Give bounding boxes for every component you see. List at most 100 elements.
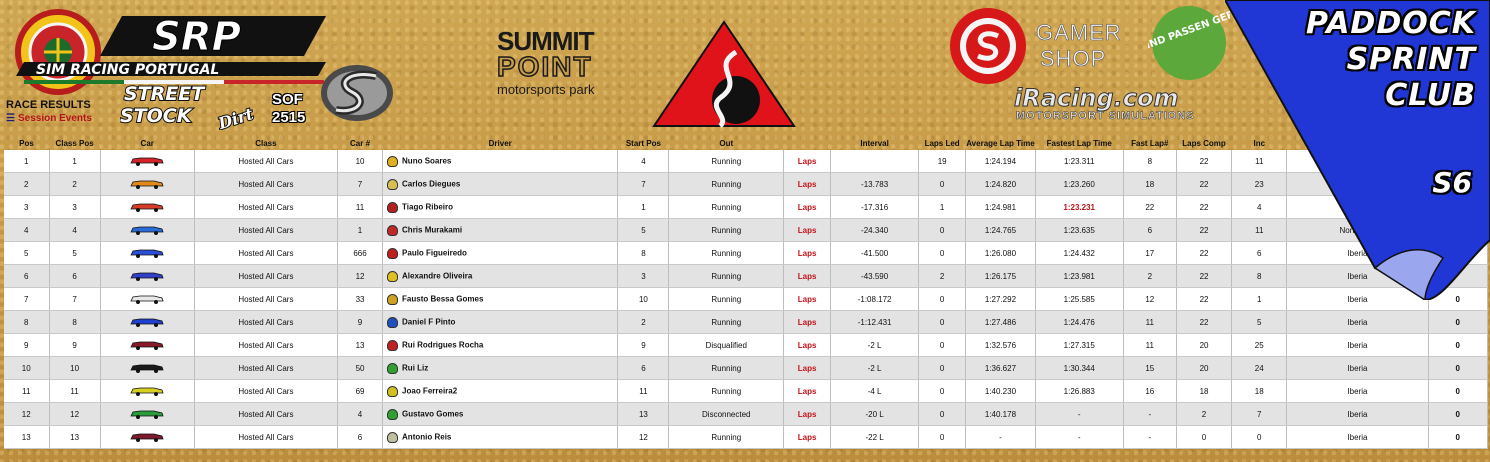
cell-class: Hosted All Cars: [194, 218, 339, 242]
table-row: 8 8 Hosted All Cars 9 Daniel F Pinto 2 Running…: [4, 310, 1489, 334]
cell-fast-lap-number: 22: [1123, 195, 1177, 219]
cell-interval: -2 L: [830, 356, 920, 380]
table-row: 13 13 Hosted All Cars 6 Antonio Reis 12 Runnin…: [4, 425, 1489, 449]
cell-interval: [830, 150, 920, 173]
col-fastest-lap-time: Fastest Lap Time: [1046, 139, 1112, 148]
svg-text:motorsports park: motorsports park: [497, 82, 595, 97]
cell-interval: -1:08.172: [830, 287, 920, 311]
cell-out: Running: [668, 241, 785, 265]
cell-region: Iberia: [1286, 425, 1429, 449]
gamer-shop-logo: GAMER SHOP: [950, 8, 1122, 84]
cell-start-pos: 1: [617, 195, 670, 219]
driver-name: Tiago Ribeiro: [402, 202, 453, 212]
cell-interval: -4 L: [830, 379, 920, 403]
cell-pos: 13: [4, 425, 50, 449]
cell-pos: 10: [4, 356, 50, 380]
cell-interval: -20 L: [830, 402, 920, 426]
table-row: 9 9 Hosted All Cars 13 Rui Rodrigues Rocha 9 D…: [4, 333, 1489, 357]
cell-score: 0: [1428, 379, 1489, 403]
laps-link[interactable]: Laps: [783, 241, 832, 265]
cell-score: 0: [1428, 425, 1489, 449]
cell-laps-comp: 22: [1176, 172, 1233, 196]
cell-car: [100, 333, 195, 357]
cell-fastest-lap-time: 1:23.981: [1035, 264, 1124, 288]
cell-inc: 18: [1231, 379, 1288, 403]
cell-inc: 7: [1231, 402, 1288, 426]
svg-text:GAMER: GAMER: [1036, 20, 1122, 45]
cell-interval: -1:12.431: [830, 310, 920, 334]
cell-fast-lap-number: -: [1123, 402, 1177, 426]
cell-fastest-lap-time: -: [1035, 425, 1124, 449]
cell-car: [100, 310, 195, 334]
col-class: Class: [255, 139, 277, 148]
svg-text:POINT: POINT: [497, 51, 593, 82]
cell-start-pos: 6: [617, 356, 670, 380]
driver-name: Fausto Bessa Gomes: [402, 294, 484, 304]
col-interval: Interval: [860, 139, 889, 148]
laps-link[interactable]: Laps: [783, 402, 832, 426]
cell-class: Hosted All Cars: [194, 150, 339, 173]
cell-car-number: 4: [337, 402, 384, 426]
cell-class-pos: 4: [49, 218, 101, 242]
laps-link[interactable]: Laps: [783, 218, 832, 242]
driver-name: Gustavo Gomes: [402, 409, 464, 419]
cell-class: Hosted All Cars: [194, 264, 339, 288]
cell-fast-lap-number: 12: [1123, 287, 1177, 311]
cell-start-pos: 5: [617, 218, 670, 242]
cell-car: [100, 150, 195, 173]
cell-start-pos: 2: [617, 310, 670, 334]
laps-link[interactable]: Laps: [783, 195, 832, 219]
cell-out: Disqualified: [668, 333, 785, 357]
cell-class: Hosted All Cars: [194, 425, 339, 449]
cell-start-pos: 7: [617, 172, 670, 196]
cell-laps-comp: 20: [1176, 333, 1233, 357]
laps-link[interactable]: Laps: [783, 333, 832, 357]
laps-link[interactable]: Laps: [783, 287, 832, 311]
laps-link[interactable]: Laps: [783, 310, 832, 334]
table-row: 12 12 Hosted All Cars 4 Gustavo Gomes 13 Disco…: [4, 402, 1489, 426]
club-line-club: CLUB: [1385, 78, 1476, 113]
helmet-icon: [387, 339, 399, 351]
cell-fast-lap-number: 15: [1123, 356, 1177, 380]
col-average-lap-time: Average Lap Time: [966, 139, 1035, 148]
cell-laps-led: 0: [918, 287, 967, 311]
laps-link[interactable]: Laps: [783, 379, 832, 403]
laps-link[interactable]: Laps: [783, 425, 832, 449]
cell-inc: 25: [1231, 333, 1288, 357]
driver-name: Joao Ferreira2: [402, 386, 458, 396]
driver-name: Nuno Soares: [402, 156, 452, 166]
cell-car: [100, 218, 195, 242]
driver-name: Alexandre Oliveira: [402, 271, 473, 281]
cell-fast-lap-number: -: [1123, 425, 1177, 449]
cell-average-lap-time: 1:24.765: [965, 218, 1036, 242]
cell-pos: 7: [4, 287, 50, 311]
laps-link[interactable]: Laps: [783, 172, 832, 196]
cell-laps-comp: 22: [1176, 218, 1233, 242]
cell-car-number: 69: [337, 379, 384, 403]
cell-laps-comp: 22: [1176, 241, 1233, 265]
cell-average-lap-time: 1:26.080: [965, 241, 1036, 265]
cell-laps-comp: 2: [1176, 402, 1233, 426]
cell-inc: 0: [1231, 425, 1288, 449]
cell-pos: 2: [4, 172, 50, 196]
cell-car: [100, 172, 195, 196]
cell-car: [100, 379, 195, 403]
cell-laps-led: 0: [918, 402, 967, 426]
laps-link[interactable]: Laps: [783, 150, 832, 173]
car-icon: [130, 272, 164, 281]
cell-class: Hosted All Cars: [194, 356, 339, 380]
cell-interval: -24.340: [830, 218, 920, 242]
cell-region: Iberia: [1286, 310, 1429, 334]
cell-score: 0: [1428, 402, 1489, 426]
cell-driver: Paulo Figueiredo: [382, 241, 619, 265]
cell-pos: 9: [4, 333, 50, 357]
cell-laps-led: 0: [918, 172, 967, 196]
laps-link[interactable]: Laps: [783, 264, 832, 288]
cell-car-number: 7: [337, 172, 384, 196]
cell-average-lap-time: 1:36.627: [965, 356, 1036, 380]
laps-link[interactable]: Laps: [783, 356, 832, 380]
cell-driver: Chris Murakami: [382, 218, 619, 242]
cell-laps-led: 0: [918, 218, 967, 242]
helmet-icon: [387, 224, 399, 236]
cell-start-pos: 11: [617, 379, 670, 403]
